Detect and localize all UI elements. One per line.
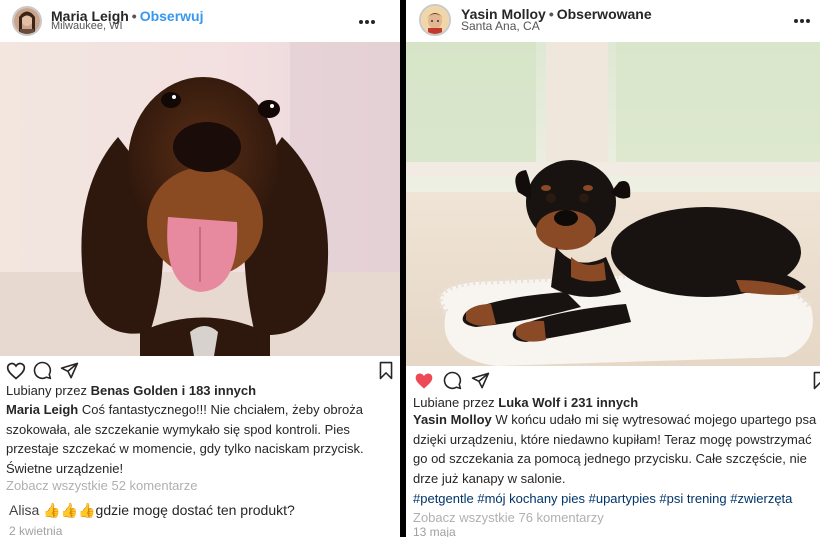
location[interactable]: Milwaukee, WI [51,20,123,32]
following-button[interactable]: Obserwowane [557,6,652,22]
post-header: Maria Leigh • Obserwuj Milwaukee, WI [0,0,400,42]
post-header: Yasin Molloy • Obserwowane Santa Ana, CA [406,0,820,42]
post-photo-rottweiler[interactable] [406,42,820,366]
likes-line: Lubiane przez Luka Wolf i 231 innych [413,395,638,410]
avatar[interactable] [419,4,451,36]
caption: Yasin Molloy W końcu udało mi się wytres… [413,410,819,488]
likes-prefix: Lubiane przez [413,395,495,410]
likes-user[interactable]: Benas Golden [91,383,178,398]
hashtags[interactable]: #petgentle #mój kochany pies #upartypies… [413,491,792,506]
likes-count[interactable]: i 183 innych [182,383,256,398]
post-yasin-molloy: Yasin Molloy •Obserwowane Santa Ana, CA [406,0,820,537]
comment-icon[interactable] [443,371,462,390]
likes-prefix: Lubiany przez [6,383,87,398]
action-bar [414,371,820,393]
avatar[interactable] [12,6,42,36]
follow-button[interactable]: Obserwuj [140,8,204,24]
share-icon[interactable] [60,361,79,380]
comment-text: gdzie mogę dostać ten produkt? [95,502,295,518]
caption: Maria Leigh Coś fantastycznego!!! Nie ch… [6,400,398,478]
share-icon[interactable] [471,371,490,390]
comment-emoji: 👍👍👍 [43,502,96,518]
comment-user[interactable]: Alisa [9,502,39,518]
separator-dot: • [131,8,137,24]
post-maria-leigh: Maria Leigh • Obserwuj Milwaukee, WI Lub… [0,0,400,537]
separator-dot: • [548,6,554,22]
view-all-comments-link[interactable]: Zobacz wszystkie 76 komentarzy [413,510,604,525]
bookmark-icon[interactable] [378,361,394,380]
post-date: 2 kwietnia [9,524,63,537]
location[interactable]: Santa Ana, CA [461,19,540,33]
caption-user[interactable]: Maria Leigh [6,402,78,417]
likes-user[interactable]: Luka Wolf [498,395,560,410]
likes-line: Lubiany przez Benas Golden i 183 innych [6,383,256,398]
like-heart-icon[interactable] [6,361,26,381]
more-options-icon[interactable] [794,19,812,25]
action-bar [6,361,396,383]
post-photo-spaniel[interactable] [0,42,400,356]
bookmark-icon[interactable] [812,371,820,390]
comment-icon[interactable] [33,361,52,380]
post-date: 13 maja [413,525,456,537]
liked-heart-icon[interactable] [414,371,434,391]
caption-user[interactable]: Yasin Molloy [413,412,492,427]
more-options-icon[interactable] [359,20,377,26]
comment-row: Alisa 👍👍👍gdzie mogę dostać ten produkt? [9,502,295,519]
view-all-comments-link[interactable]: Zobacz wszystkie 52 komentarze [6,478,197,493]
likes-count[interactable]: i 231 innych [564,395,638,410]
